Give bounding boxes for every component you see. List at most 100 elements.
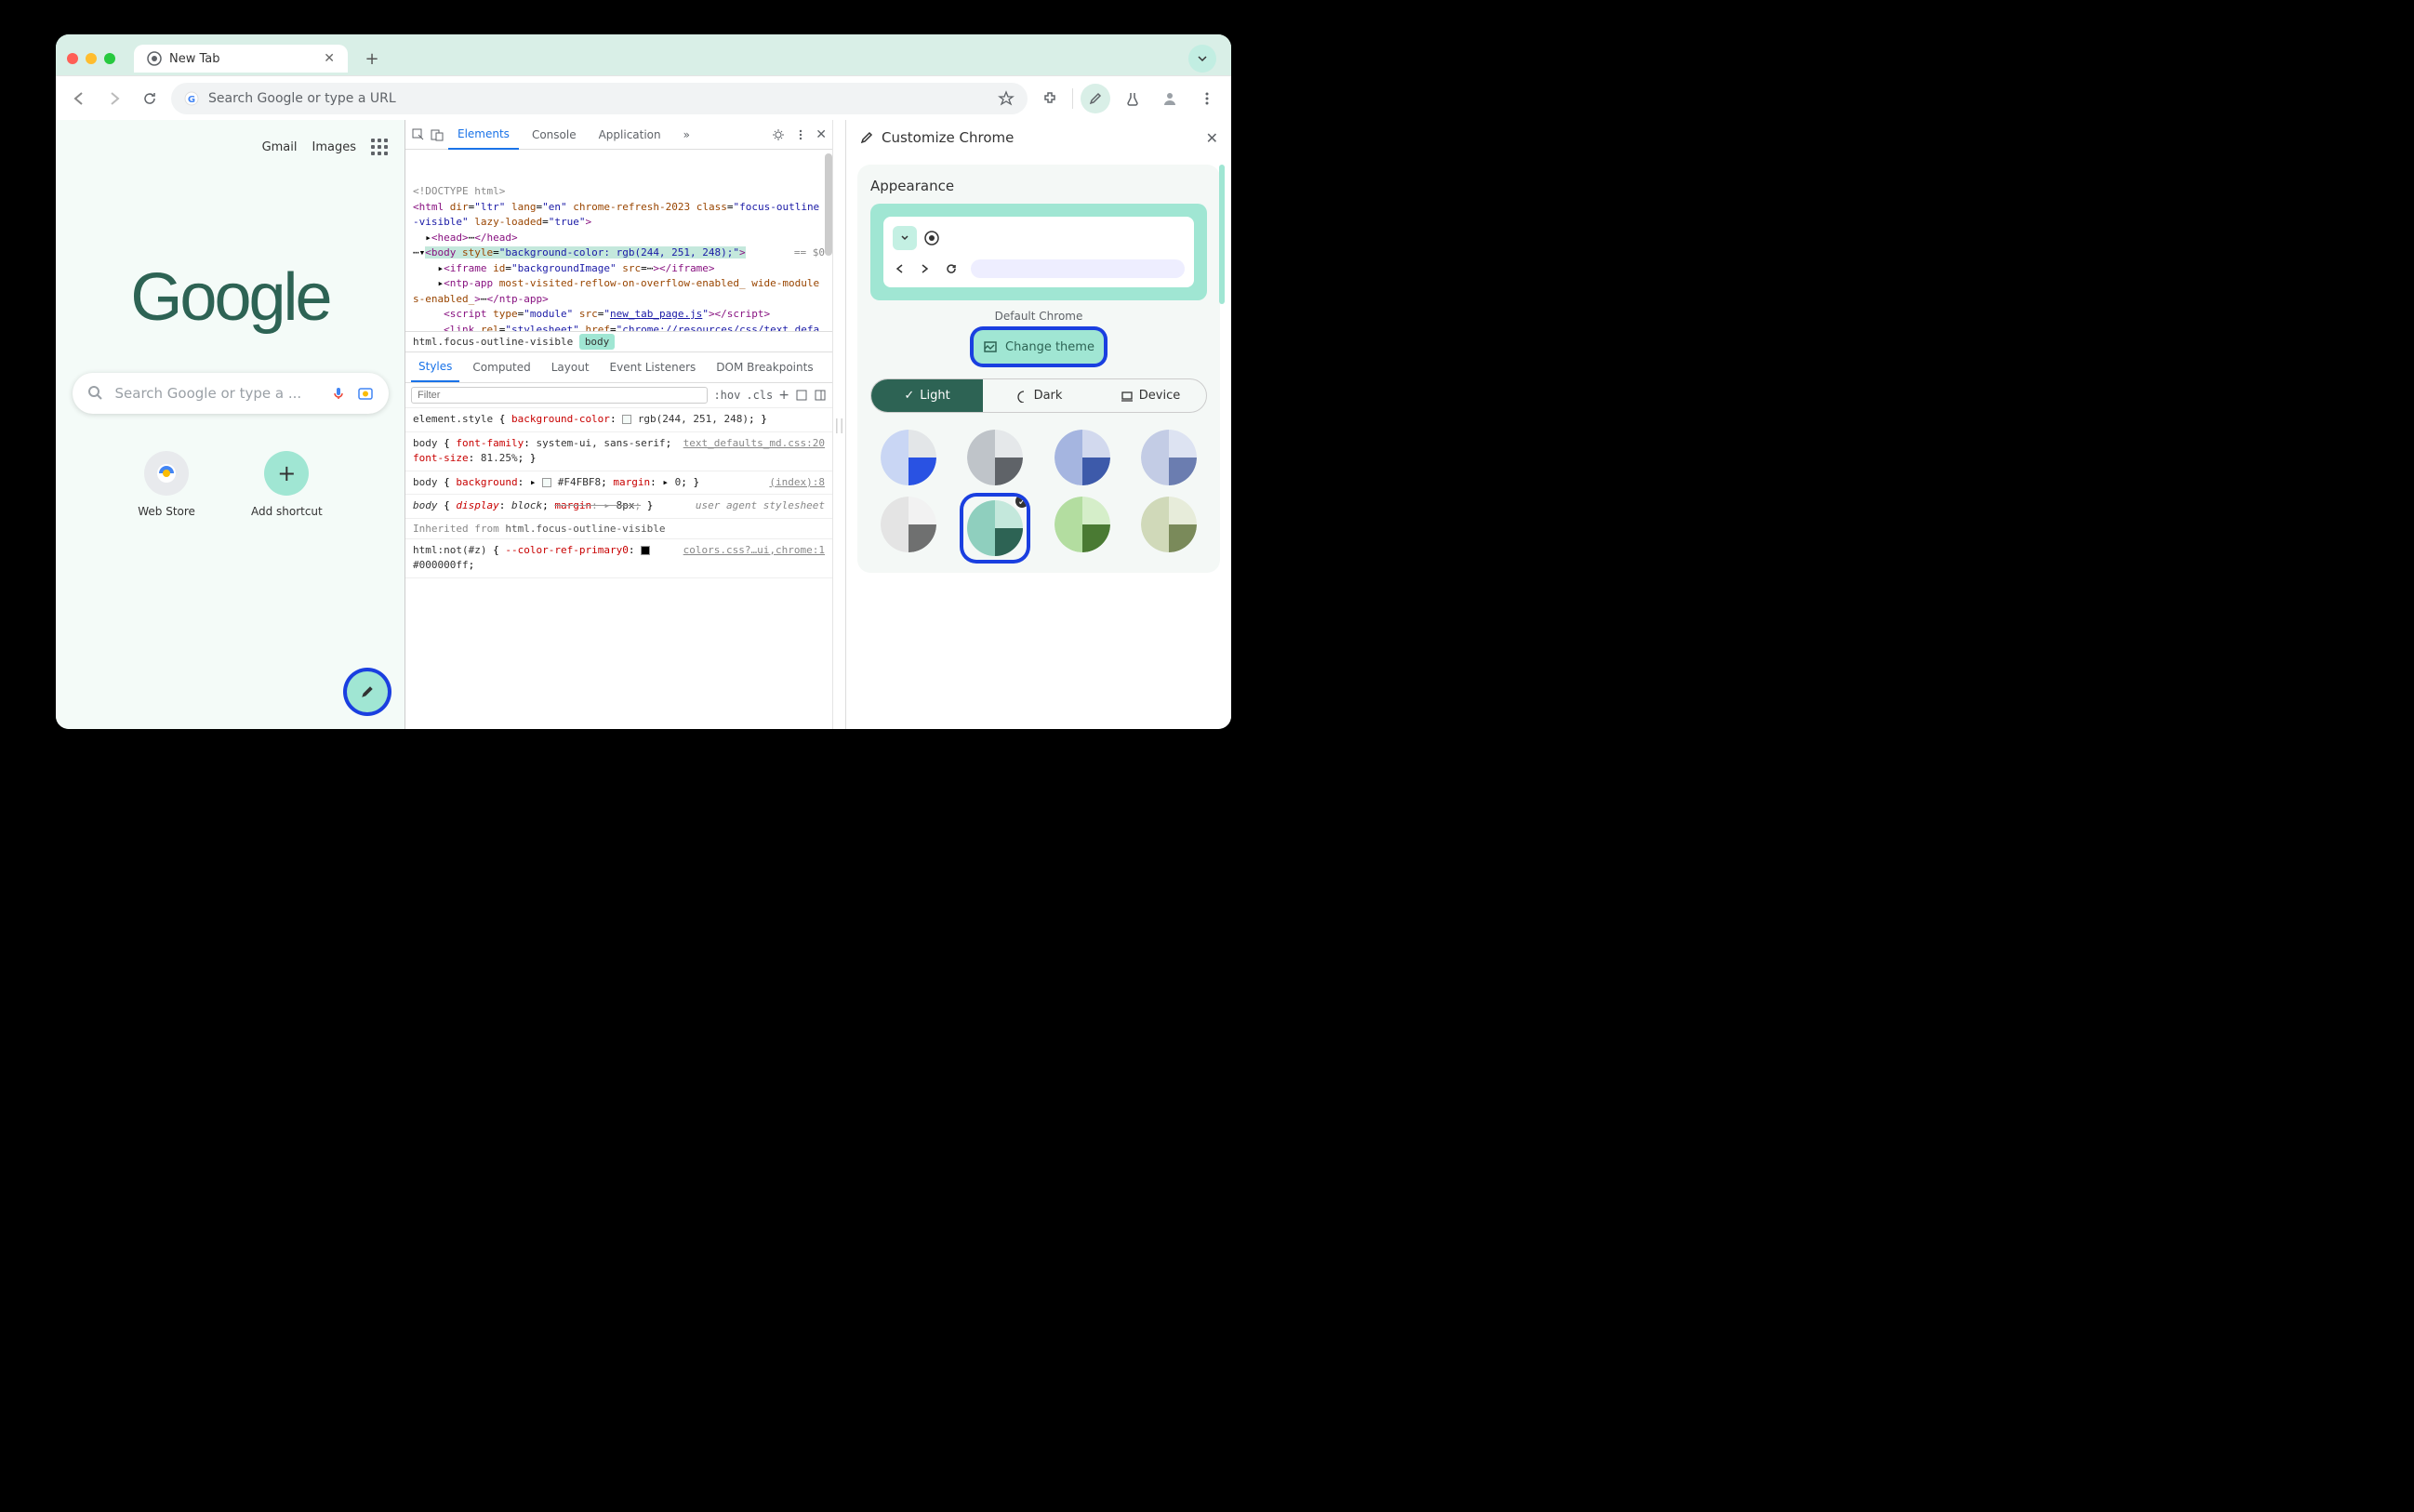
kebab-icon[interactable] bbox=[793, 127, 808, 142]
device-toggle-icon[interactable] bbox=[430, 127, 444, 142]
computed-tab[interactable]: Computed bbox=[465, 353, 537, 381]
application-tab[interactable]: Application bbox=[590, 121, 670, 149]
color-swatch[interactable] bbox=[1054, 430, 1110, 485]
doctype: <!DOCTYPE html> bbox=[413, 185, 505, 197]
element-style-rule[interactable]: element.style { background-color: rgb(24… bbox=[405, 408, 832, 432]
kebab-icon bbox=[1200, 91, 1214, 106]
star-icon[interactable] bbox=[998, 90, 1015, 107]
laptop-icon bbox=[1121, 390, 1134, 403]
customize-fab[interactable] bbox=[347, 671, 388, 712]
color-swatch[interactable] bbox=[967, 430, 1023, 485]
breadcrumb[interactable]: html.focus-outline-visible body bbox=[405, 331, 832, 352]
scrollbar[interactable] bbox=[1219, 165, 1225, 304]
mic-icon[interactable] bbox=[331, 386, 346, 401]
rule-source[interactable]: (index):8 bbox=[769, 475, 825, 491]
scrollbar[interactable] bbox=[825, 153, 832, 256]
apps-button[interactable] bbox=[371, 139, 388, 155]
omnibox[interactable]: G Search Google or type a URL bbox=[171, 83, 1028, 114]
gear-icon[interactable] bbox=[771, 127, 786, 142]
side-panel-body: Appearance bbox=[846, 155, 1231, 729]
chrome-logo-icon bbox=[924, 231, 939, 245]
forward-button[interactable] bbox=[100, 85, 128, 113]
devtools-close-button[interactable]: ✕ bbox=[816, 127, 827, 142]
browser-tab[interactable]: New Tab ✕ bbox=[134, 45, 348, 73]
gmail-link[interactable]: Gmail bbox=[262, 140, 298, 154]
layout-tab[interactable]: Layout bbox=[544, 353, 597, 381]
elements-tab[interactable]: Elements bbox=[448, 120, 519, 150]
dom-tree[interactable]: <!DOCTYPE html> <html dir="ltr" lang="en… bbox=[405, 150, 832, 331]
check-icon: ✓ bbox=[1014, 497, 1027, 510]
preview-tab-dropdown bbox=[893, 226, 917, 250]
resize-handle[interactable]: || bbox=[832, 120, 845, 729]
search-icon bbox=[87, 385, 104, 402]
side-panel-title: Customize Chrome bbox=[882, 129, 1014, 146]
forward-icon bbox=[919, 262, 932, 275]
search-placeholder: Search Google or type a ... bbox=[115, 385, 320, 402]
color-swatch[interactable] bbox=[1141, 430, 1197, 485]
moon-icon bbox=[1015, 390, 1028, 403]
lens-icon[interactable] bbox=[357, 385, 374, 402]
sidebar-toggle-icon[interactable] bbox=[814, 389, 827, 402]
color-swatch[interactable] bbox=[1054, 497, 1110, 552]
labs-button[interactable] bbox=[1118, 84, 1147, 113]
close-window-button[interactable] bbox=[67, 53, 78, 64]
styles-toolbar: :hov .cls + bbox=[405, 383, 832, 408]
customize-button[interactable] bbox=[1081, 84, 1110, 113]
dark-mode-option[interactable]: Dark bbox=[983, 379, 1094, 412]
styles-tab[interactable]: Styles bbox=[411, 352, 459, 382]
profile-button[interactable] bbox=[1155, 84, 1185, 113]
tab-close-button[interactable]: ✕ bbox=[324, 51, 335, 66]
new-tab-button[interactable]: + bbox=[359, 46, 385, 72]
pencil-icon bbox=[359, 683, 376, 700]
back-button[interactable] bbox=[65, 85, 93, 113]
event-listeners-tab[interactable]: Event Listeners bbox=[603, 353, 704, 381]
light-mode-option[interactable]: ✓ Light bbox=[871, 379, 983, 412]
new-rule-button[interactable]: + bbox=[778, 388, 789, 403]
avatar-icon bbox=[1161, 90, 1178, 107]
body-ua-rule[interactable]: user agent stylesheetbody { display: blo… bbox=[405, 495, 832, 519]
menu-button[interactable] bbox=[1192, 84, 1222, 113]
inspect-icon[interactable] bbox=[411, 127, 426, 142]
ntp-search-box[interactable]: Search Google or type a ... bbox=[73, 373, 389, 414]
pencil-icon bbox=[1088, 91, 1103, 106]
new-tab-page: Gmail Images Google Search Google or typ… bbox=[56, 120, 405, 729]
crumb-root[interactable]: html.focus-outline-visible bbox=[413, 336, 573, 348]
rule-source[interactable]: colors.css?…ui,chrome:1 bbox=[683, 543, 825, 559]
styles-filter-input[interactable] bbox=[411, 387, 708, 404]
crumb-selected[interactable]: body bbox=[579, 334, 616, 350]
appearance-card: Appearance bbox=[857, 165, 1220, 573]
body-rule-1[interactable]: text_defaults_md.css:20body { font-famil… bbox=[405, 432, 832, 471]
minimize-window-button[interactable] bbox=[86, 53, 97, 64]
window-controls bbox=[67, 53, 115, 64]
extensions-button[interactable] bbox=[1035, 84, 1065, 113]
color-swatch[interactable] bbox=[881, 430, 936, 485]
tab-bar: New Tab ✕ + bbox=[56, 34, 1231, 75]
webstore-shortcut[interactable]: Web Store bbox=[138, 451, 195, 518]
images-link[interactable]: Images bbox=[312, 140, 357, 154]
toolbar-divider bbox=[1072, 88, 1073, 109]
color-swatch-selected[interactable]: ✓ bbox=[963, 497, 1027, 560]
browser-window: New Tab ✕ + G Search Google or type a UR… bbox=[56, 34, 1231, 729]
hov-toggle[interactable]: :hov bbox=[713, 389, 740, 402]
color-swatch[interactable] bbox=[1141, 497, 1197, 552]
side-panel-close-button[interactable]: ✕ bbox=[1206, 129, 1218, 147]
maximize-window-button[interactable] bbox=[104, 53, 115, 64]
tab-search-button[interactable] bbox=[1188, 45, 1216, 73]
more-tabs[interactable]: » bbox=[674, 121, 699, 149]
styles-pane[interactable]: element.style { background-color: rgb(24… bbox=[405, 408, 832, 729]
color-swatch[interactable] bbox=[881, 497, 936, 552]
device-mode-option[interactable]: Device bbox=[1094, 379, 1206, 412]
html-not-rule[interactable]: colors.css?…ui,chrome:1html:not(#z) { --… bbox=[405, 539, 832, 578]
chrome-logo-icon bbox=[147, 51, 162, 66]
google-g-icon: G bbox=[184, 91, 199, 106]
change-theme-button[interactable]: Change theme bbox=[974, 330, 1104, 364]
preview-window bbox=[883, 217, 1194, 287]
dom-breakpoints-tab[interactable]: DOM Breakpoints bbox=[709, 353, 820, 381]
reload-button[interactable] bbox=[136, 85, 164, 113]
console-tab[interactable]: Console bbox=[523, 121, 586, 149]
rule-source[interactable]: text_defaults_md.css:20 bbox=[683, 436, 825, 452]
layout-icon[interactable] bbox=[795, 389, 808, 402]
cls-toggle[interactable]: .cls bbox=[746, 389, 773, 402]
body-rule-2[interactable]: (index):8body { background: ▸ #F4FBF8; m… bbox=[405, 471, 832, 496]
add-shortcut-button[interactable]: + Add shortcut bbox=[251, 451, 323, 518]
